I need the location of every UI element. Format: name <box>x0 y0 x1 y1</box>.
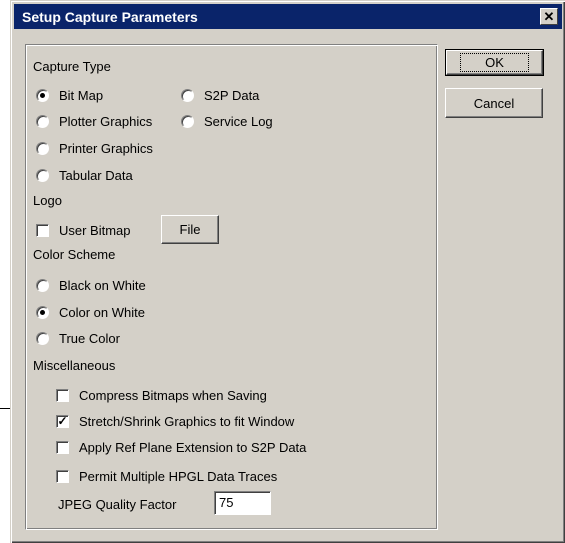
checkbox-label: User Bitmap <box>59 222 131 238</box>
ok-button-label: OK <box>460 53 529 72</box>
checkbox-icon <box>56 440 69 454</box>
jpeg-quality-label: JPEG Quality Factor <box>58 497 177 512</box>
background-line <box>0 408 10 409</box>
radio-plotter-graphics[interactable]: Plotter Graphics <box>36 112 152 130</box>
checkmark-icon: ✓ <box>56 413 69 428</box>
radio-black-on-white[interactable]: Black on White <box>36 276 146 294</box>
checkbox-icon <box>36 223 49 237</box>
radio-button-icon <box>36 278 49 292</box>
checkbox-label: Permit Multiple HPGL Data Traces <box>79 468 278 484</box>
radio-button-icon <box>36 305 49 319</box>
radio-button-icon <box>181 114 194 128</box>
cancel-button-label: Cancel <box>473 95 515 111</box>
radio-s2p-data[interactable]: S2P Data <box>181 86 259 104</box>
radio-label: Color on White <box>59 304 145 320</box>
file-button-label: File <box>179 222 201 237</box>
checkbox-apply-ref-plane[interactable]: Apply Ref Plane Extension to S2P Data <box>56 438 306 456</box>
radio-button-icon <box>36 331 49 345</box>
checkbox-label: Apply Ref Plane Extension to S2P Data <box>79 439 307 455</box>
checkbox-icon <box>56 469 69 483</box>
checkbox-stretch-shrink[interactable]: ✓ Stretch/Shrink Graphics to fit Window <box>56 412 294 430</box>
dialog-title: Setup Capture Parameters <box>22 8 198 25</box>
radio-label: Service Log <box>204 113 273 129</box>
radio-button-icon <box>36 141 49 155</box>
logo-label: Logo <box>33 193 62 208</box>
checkbox-label: Compress Bitmaps when Saving <box>79 387 267 403</box>
checkbox-compress-bitmaps[interactable]: Compress Bitmaps when Saving <box>56 386 267 404</box>
radio-button-icon <box>36 114 49 128</box>
checkbox-icon <box>56 388 69 402</box>
radio-bit-map[interactable]: Bit Map <box>36 86 103 104</box>
radio-label: Tabular Data <box>59 167 133 183</box>
radio-color-on-white[interactable]: Color on White <box>36 303 145 321</box>
checkbox-user-bitmap[interactable]: User Bitmap <box>36 221 131 239</box>
radio-true-color[interactable]: True Color <box>36 329 120 347</box>
file-button[interactable]: File <box>161 215 219 244</box>
color-scheme-label: Color Scheme <box>33 247 116 262</box>
close-button[interactable]: ✕ <box>540 8 558 25</box>
miscellaneous-label: Miscellaneous <box>33 358 116 373</box>
cancel-button[interactable]: Cancel <box>445 88 543 118</box>
capture-type-label: Capture Type <box>33 59 111 74</box>
radio-label: Plotter Graphics <box>59 113 153 129</box>
radio-service-log[interactable]: Service Log <box>181 112 273 130</box>
radio-tabular-data[interactable]: Tabular Data <box>36 166 133 184</box>
radio-label: Printer Graphics <box>59 140 153 156</box>
radio-button-icon <box>181 88 194 102</box>
checkbox-label: Stretch/Shrink Graphics to fit Window <box>79 413 295 429</box>
checkbox-permit-multiple-hpgl[interactable]: Permit Multiple HPGL Data Traces <box>56 467 277 485</box>
radio-label: Bit Map <box>59 87 104 103</box>
radio-label: S2P Data <box>204 87 260 103</box>
options-group: Capture Type Bit Map S2P Data Plotter Gr… <box>25 44 438 530</box>
setup-capture-dialog: Setup Capture Parameters ✕ Capture Type … <box>10 0 565 543</box>
radio-button-icon <box>36 88 49 102</box>
radio-label: True Color <box>59 330 120 346</box>
ok-button[interactable]: OK <box>445 49 544 76</box>
radio-label: Black on White <box>59 277 146 293</box>
title-bar: Setup Capture Parameters ✕ <box>14 4 562 29</box>
radio-printer-graphics[interactable]: Printer Graphics <box>36 139 153 157</box>
jpeg-quality-input[interactable]: 75 <box>214 491 271 515</box>
close-icon: ✕ <box>543 9 555 24</box>
radio-button-icon <box>36 168 49 182</box>
